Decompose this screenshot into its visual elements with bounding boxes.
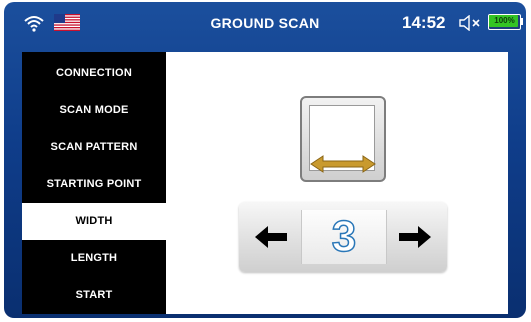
main-panel: 3 (166, 52, 508, 314)
width-stepper[interactable]: 3 (239, 202, 447, 272)
arrow-right-icon (399, 226, 431, 248)
sidebar-item-starting-point[interactable]: STARTING POINT (22, 166, 166, 203)
screen: GROUND SCAN 14:52 100% CONNECTION SCAN M… (4, 2, 526, 318)
stepper-value: 3 (331, 211, 357, 262)
sidebar-item-width[interactable]: WIDTH (22, 203, 166, 240)
decrement-button[interactable] (239, 202, 301, 272)
status-bar: GROUND SCAN 14:52 100% (4, 2, 526, 44)
battery-icon: 100% (488, 14, 523, 30)
increment-button[interactable] (385, 202, 447, 272)
page-title: GROUND SCAN (210, 15, 320, 31)
sidebar-item-scan-mode[interactable]: SCAN MODE (22, 92, 166, 129)
width-icon (300, 96, 386, 182)
battery-percent: 100% (494, 16, 515, 25)
device-frame: GROUND SCAN 14:52 100% CONNECTION SCAN M… (0, 0, 531, 322)
sidebar: CONNECTION SCAN MODE SCAN PATTERN STARTI… (22, 52, 166, 314)
arrow-left-icon (255, 226, 287, 248)
stepper-value-window: 3 (301, 210, 387, 264)
sidebar-item-scan-pattern[interactable]: SCAN PATTERN (22, 129, 166, 166)
sidebar-item-length[interactable]: LENGTH (22, 240, 166, 277)
battery-tip (521, 18, 523, 25)
sidebar-item-start[interactable]: START (22, 277, 166, 314)
speaker-muted-icon[interactable] (459, 15, 481, 31)
clock: 14:52 (402, 13, 446, 32)
sidebar-item-connection[interactable]: CONNECTION (22, 55, 166, 92)
double-arrow-icon (310, 155, 376, 173)
content-area: CONNECTION SCAN MODE SCAN PATTERN STARTI… (22, 52, 508, 314)
